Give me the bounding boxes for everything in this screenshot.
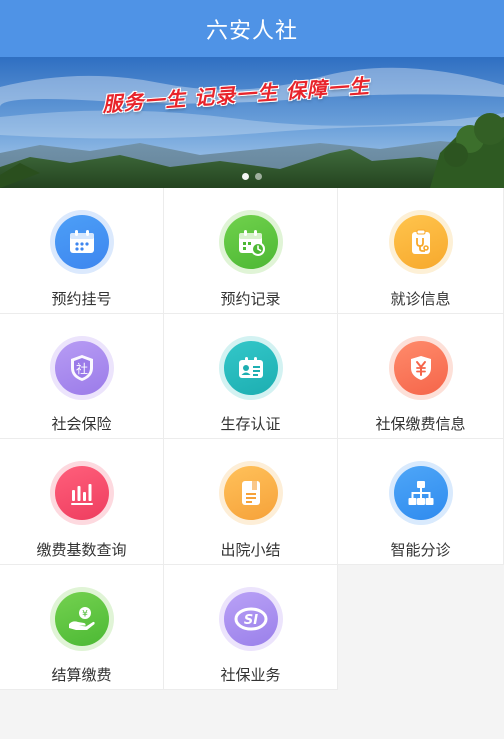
icon-ring [388,210,453,274]
banner-landscape-image [0,57,504,188]
menu-item-payment-base-query[interactable]: 缴费基数查询 [0,439,164,565]
id-card-icon [223,340,278,395]
clipboard-stethoscope-icon [393,215,448,269]
carousel-dot-1[interactable] [242,173,249,180]
page-title: 六安人社 [205,18,298,44]
svg-text:SI: SI [243,613,257,628]
menu-item-social-insurance[interactable]: 社 社会保险 [0,313,164,439]
menu-item-label: 就诊信息 [390,289,451,308]
svg-text:社: 社 [75,361,87,376]
menu-item-label: 预约记录 [220,289,281,308]
menu-item-label: 社会保险 [51,415,112,433]
menu-item-label: 智能分诊 [390,540,451,559]
icon-ring: ¥ [49,586,114,651]
icon-ring: 社 [49,335,114,400]
menu-item-survival-certification[interactable]: 生存认证 [164,313,338,439]
menu-item-label: 生存认证 [220,415,281,433]
carousel-indicator [0,173,504,180]
icon-ring [218,461,283,525]
menu-item-settlement-payment[interactable]: ¥ 结算缴费 [0,564,164,690]
menu-item-smart-triage[interactable]: 智能分诊 [338,439,504,565]
menu-item-label: 社保业务 [220,666,281,684]
icon-ring [49,210,114,274]
carousel-dot-2[interactable] [255,173,262,180]
icon-ring [218,210,283,274]
shield-social-icon: 社 [54,340,109,395]
bar-chart-icon [54,466,109,520]
menu-item-label: 结算缴费 [51,666,112,684]
app-header: 六安人社 [0,0,504,57]
icon-ring: SI [218,586,283,651]
yen-shield-icon [393,340,448,395]
icon-ring [49,461,114,525]
hand-coin-icon: ¥ [54,591,109,646]
menu-item-visit-info[interactable]: 就诊信息 [338,188,504,314]
icon-ring [218,335,283,400]
si-logo-icon: SI [223,591,278,646]
menu-item-label: 出院小结 [220,540,281,559]
menu-item-appointment-records[interactable]: 预约记录 [164,188,338,314]
icon-ring [388,461,453,525]
banner-carousel[interactable]: 服务一生 记录一生 保障一生 [0,57,504,188]
menu-item-appointment-booking[interactable]: 预约挂号 [0,188,164,314]
menu-item-label: 社保缴费信息 [375,415,466,433]
menu-item-social-security-business[interactable]: SI 社保业务 [164,564,338,690]
svg-text:¥: ¥ [82,609,88,619]
menu-item-discharge-summary[interactable]: 出院小结 [164,439,338,565]
calendar-icon [54,215,109,269]
menu-item-label: 缴费基数查询 [36,540,127,559]
hierarchy-icon [393,466,448,520]
empty-grid-slot [338,564,504,690]
service-menu-grid: 预约挂号 预约记录 就诊信息 社 社会保险 生存认证 社保缴费信息 缴费基数查询… [0,188,504,690]
icon-ring [388,335,453,400]
document-icon [223,466,278,520]
menu-item-label: 预约挂号 [51,289,112,308]
calendar-clock-icon [223,215,278,269]
menu-item-social-security-payment-info[interactable]: 社保缴费信息 [338,313,504,439]
